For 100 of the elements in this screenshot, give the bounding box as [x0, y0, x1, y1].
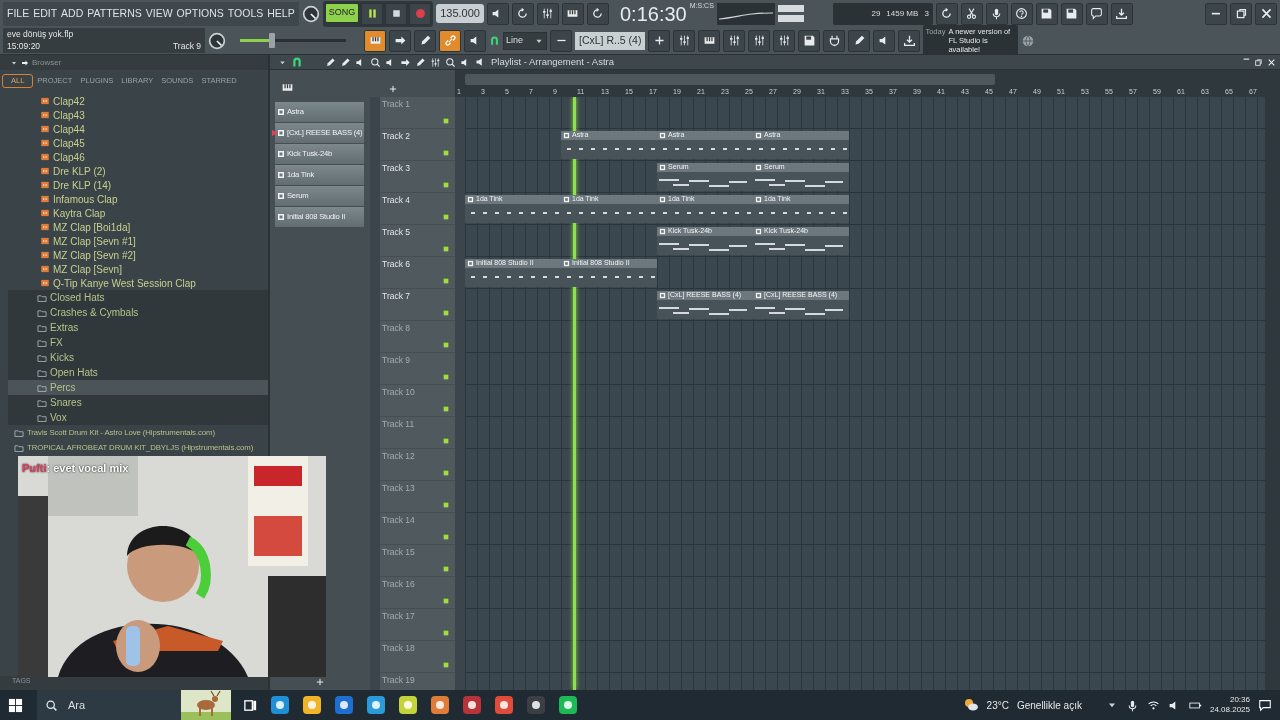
track-header[interactable]: Track 1: [380, 97, 455, 129]
toolbar-button[interactable]: [848, 29, 871, 52]
app-icon[interactable]: [494, 695, 514, 715]
toolbar-button[interactable]: [464, 29, 486, 52]
track-header[interactable]: Track 7: [380, 289, 455, 321]
tree-item[interactable]: Snares: [8, 395, 268, 410]
app-icon[interactable]: [558, 695, 578, 715]
tree-item[interactable]: Clap43: [0, 108, 268, 122]
track-header[interactable]: Track 18: [380, 641, 455, 673]
track-header[interactable]: Track 6: [380, 257, 455, 289]
overview-scrollbar[interactable]: [465, 74, 995, 85]
menu-item[interactable]: PATTERNS: [85, 8, 144, 19]
tree-item[interactable]: Dre KLP (14): [0, 178, 268, 192]
tree-item[interactable]: MZ Clap [Sevn]: [0, 262, 268, 276]
tree-item[interactable]: MZ Clap [Sevn #1]: [0, 234, 268, 248]
track-header[interactable]: Track 14: [380, 513, 455, 545]
toolbar-button[interactable]: [1035, 2, 1058, 25]
track-lane[interactable]: [465, 385, 1265, 417]
search-field[interactable]: Ara: [66, 695, 126, 715]
stop-button[interactable]: [385, 2, 408, 25]
slider-thumb[interactable]: [268, 33, 275, 48]
track-lane[interactable]: [465, 449, 1265, 481]
song-mode-button[interactable]: SONG: [324, 2, 360, 23]
toolbar-button[interactable]: [698, 29, 721, 52]
toolbar-button[interactable]: [673, 29, 696, 52]
tree-item[interactable]: Clap45: [0, 136, 268, 150]
tree-item[interactable]: Extras: [8, 320, 268, 335]
track-lane[interactable]: [465, 417, 1265, 449]
tree-item[interactable]: Clap46: [0, 150, 268, 164]
track-lane[interactable]: [465, 577, 1265, 609]
pause-button[interactable]: [361, 2, 384, 25]
toolbar-button[interactable]: [389, 29, 411, 52]
menu-item[interactable]: VIEW: [143, 8, 175, 19]
next-pattern-button[interactable]: [648, 29, 671, 52]
tree-item[interactable]: Kaytra Clap: [0, 206, 268, 220]
menu-item[interactable]: EDIT: [31, 8, 60, 19]
menu-item[interactable]: OPTIONS: [174, 8, 226, 19]
toolbar-button[interactable]: [723, 29, 746, 52]
app-icon[interactable]: [398, 695, 418, 715]
toolbar-button[interactable]: [1110, 2, 1133, 25]
app-icon[interactable]: [462, 695, 482, 715]
toolbar-button[interactable]: [414, 29, 436, 52]
toolbar-button[interactable]: [511, 2, 534, 25]
toolbar-button[interactable]: [748, 29, 771, 52]
minimize-button[interactable]: [1205, 2, 1227, 25]
tree-item[interactable]: Open Hats: [8, 365, 268, 380]
track-header[interactable]: Track 16: [380, 577, 455, 609]
start-button-icon[interactable]: [8, 697, 23, 713]
tree-item[interactable]: Closed Hats: [8, 290, 268, 305]
tree-item[interactable]: MZ Clap [Sevn #2]: [0, 248, 268, 262]
tree-item[interactable]: Percs: [8, 380, 268, 395]
toolbar-button[interactable]: [586, 2, 609, 25]
menu-item[interactable]: HELP: [265, 8, 297, 19]
task-view-icon[interactable]: [243, 697, 258, 713]
track-lane[interactable]: [465, 545, 1265, 577]
track-header[interactable]: Track 4: [380, 193, 455, 225]
menu-item[interactable]: ADD: [59, 8, 86, 19]
toolbar-button[interactable]: [960, 2, 983, 25]
toolbar-button[interactable]: [561, 2, 584, 25]
toolbar-button[interactable]: [898, 29, 921, 52]
menu-item[interactable]: TOOLS: [225, 8, 266, 19]
track-lane[interactable]: [465, 481, 1265, 513]
track-lane[interactable]: [465, 641, 1265, 673]
track-lane[interactable]: [465, 97, 1265, 129]
track-header[interactable]: Track 3: [380, 161, 455, 193]
track-header[interactable]: Track 5: [380, 225, 455, 257]
track-header[interactable]: Track 19: [380, 673, 455, 690]
toolbar-button[interactable]: [364, 29, 386, 52]
track-lane[interactable]: [465, 353, 1265, 385]
toolbar-button[interactable]: [1010, 2, 1033, 25]
tree-item[interactable]: Dre KLP (2): [0, 164, 268, 178]
scrollbar[interactable]: [1265, 97, 1280, 690]
app-icon[interactable]: [270, 695, 290, 715]
tree-item[interactable]: FX: [8, 335, 268, 350]
toolbar-button[interactable]: [985, 2, 1008, 25]
toolbar-button[interactable]: [486, 2, 509, 25]
tree-item[interactable]: Kicks: [8, 350, 268, 365]
app-icon[interactable]: [366, 695, 386, 715]
toolbar-button[interactable]: [773, 29, 796, 52]
close-button[interactable]: [1255, 2, 1277, 25]
tree-item[interactable]: Clap44: [0, 122, 268, 136]
track-header[interactable]: Track 9: [380, 353, 455, 385]
track-header[interactable]: Track 15: [380, 545, 455, 577]
restore-button[interactable]: [1230, 2, 1252, 25]
app-icon[interactable]: [430, 695, 450, 715]
track-header[interactable]: Track 2: [380, 129, 455, 161]
menu-item[interactable]: FILE: [5, 8, 32, 19]
toolbar-button[interactable]: [798, 29, 821, 52]
track-header[interactable]: Track 13: [380, 481, 455, 513]
track-header[interactable]: Track 10: [380, 385, 455, 417]
app-icon[interactable]: [526, 695, 546, 715]
track-lane[interactable]: [465, 321, 1265, 353]
tree-item[interactable]: Q-Tip Kanye West Session Clap: [0, 276, 268, 290]
tree-item[interactable]: MZ Clap [Boi1da]: [0, 220, 268, 234]
toolbar-button[interactable]: [823, 29, 846, 52]
tree-item[interactable]: Clap42: [0, 94, 268, 108]
track-lane[interactable]: [465, 513, 1265, 545]
track-header[interactable]: Track 8: [380, 321, 455, 353]
toolbar-button[interactable]: [1060, 2, 1083, 25]
toolbar-button[interactable]: [439, 29, 461, 52]
